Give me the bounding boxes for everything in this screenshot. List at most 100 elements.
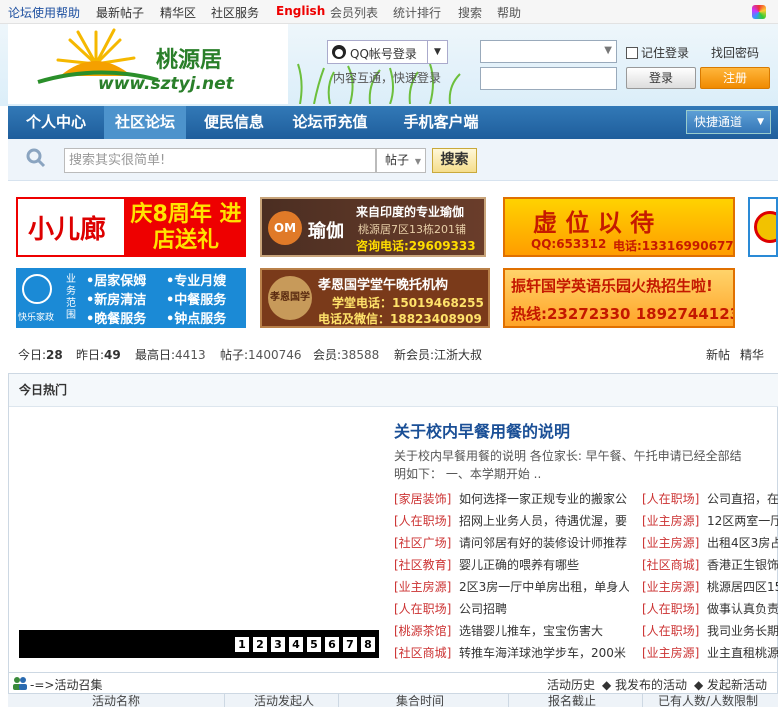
link-latest-posts[interactable]: 最新帖子 <box>96 4 144 21</box>
category-tag[interactable]: [业主房源] <box>642 578 699 595</box>
slide-page-button[interactable]: 6 <box>325 637 339 652</box>
checkbox-icon[interactable] <box>626 47 638 59</box>
logo-name: 桃源居 <box>156 47 223 73</box>
ad-banner-partial[interactable] <box>748 197 778 257</box>
category-tag[interactable]: [业主房源] <box>642 512 699 529</box>
thread-link[interactable]: 公司直招，在 <box>707 490 778 507</box>
category-tag[interactable]: [家居装饰] <box>394 490 451 507</box>
new-posts-link[interactable]: 新帖 <box>706 346 730 363</box>
ad-banner-housekeeping[interactable]: 快乐家政 业务范围 •居家保姆 •新房清洁 •晚餐服务 •专业月嫂 •中餐服务 … <box>16 268 246 328</box>
site-logo[interactable]: 桃源居 www.sztyj.net <box>8 24 288 104</box>
ad-banner-yoga[interactable]: OM 瑜伽 来自印度的专业瑜伽 桃源居7区13栋201铺 咨询电话:296093… <box>260 197 486 257</box>
thread-link[interactable]: 如何选择一家正规专业的搬家公 <box>459 490 629 507</box>
thread-link[interactable]: 招网上业务人员，待遇优渥，要 <box>459 512 629 529</box>
stat-new-member: 新会员:江浙大叔 <box>394 348 483 362</box>
create-activity-link[interactable]: ◆ 发起新活动 <box>694 676 767 693</box>
thread-link[interactable]: 2区3房一厅中单房出租，单身人 <box>459 578 629 595</box>
password-field[interactable] <box>480 67 617 90</box>
my-activities-link[interactable]: ◆ 我发布的活动 <box>602 676 687 693</box>
thread-link[interactable]: 做事认真负责 <box>707 600 778 617</box>
username-field[interactable]: ▼ <box>480 40 617 63</box>
link-search[interactable]: 搜索 <box>458 4 482 21</box>
category-tag[interactable]: [业主房源] <box>642 644 699 661</box>
search-button[interactable]: 搜索 <box>432 148 477 173</box>
thread-link[interactable]: 我司业务长期 <box>707 622 778 639</box>
link-stats-ranking[interactable]: 统计排行 <box>393 4 441 21</box>
link-forum-help[interactable]: 论坛使用帮助 <box>8 4 80 21</box>
thread-link[interactable]: 业主直租桃源 <box>707 644 778 661</box>
thread-link[interactable]: 出租4区3房占 <box>707 534 778 551</box>
activity-bar: -=>活动召集 活动历史 ◆ 我发布的活动 ◆ 发起新活动 <box>8 672 778 692</box>
guoxuetang-logo: 孝恩国学 <box>268 276 312 320</box>
register-button[interactable]: 注册 <box>700 67 770 89</box>
nav-mobile-client[interactable]: 手机客户端 <box>386 106 496 139</box>
link-digest[interactable]: 精华区 <box>160 4 196 21</box>
forgot-password-link[interactable]: 找回密码 <box>711 44 759 61</box>
ad-banner-guoxuetang[interactable]: 孝恩国学 孝恩国学堂午晚托机构 学堂电话：15019468255 电话及微信：1… <box>260 268 490 328</box>
new-member-link[interactable]: 江浙大叔 <box>434 348 482 362</box>
thread-link[interactable]: 选错婴儿推车，宝宝伤害大 <box>459 622 629 639</box>
chevron-down-icon[interactable]: ▼ <box>604 45 612 56</box>
activity-history-link[interactable]: 活动历史 <box>547 676 595 693</box>
palette-icon[interactable] <box>752 5 766 19</box>
digest-link[interactable]: 精华 <box>740 346 764 363</box>
thread-link[interactable]: 12区两室一厅 <box>707 512 778 529</box>
category-tag[interactable]: [业主房源] <box>642 534 699 551</box>
column-header: 报名截止 <box>548 694 597 707</box>
category-tag[interactable]: [社区广场] <box>394 534 451 551</box>
quick-access-dropdown[interactable]: 快捷通道 ▼ <box>686 110 771 134</box>
slide-page-button[interactable]: 5 <box>307 637 321 652</box>
chevron-down-icon[interactable]: ▼ <box>427 41 447 63</box>
qq-login-button[interactable]: QQ帐号登录 ▼ <box>327 40 448 64</box>
qq-login-subtitle: 内容互通，快速登录 <box>333 71 442 85</box>
category-tag[interactable]: [人在职场] <box>642 622 699 639</box>
activity-title: -=>活动召集 <box>30 678 103 692</box>
forum-stats: 今日:28 昨日:49 最高日:4413 帖子:1400746 会员:38588… <box>8 340 778 368</box>
ad-banner-vacant[interactable]: 虚 位 以 待 QQ:653312 电话:13316990677 <box>503 197 735 257</box>
login-button[interactable]: 登录 <box>626 67 696 89</box>
link-community-service[interactable]: 社区服务 <box>211 4 259 21</box>
ad-banner-zhenxuan[interactable]: 振轩国学英语乐园火热招生啦! 热线:23272330 18927441230 <box>503 268 735 328</box>
slide-page-button[interactable]: 4 <box>289 637 303 652</box>
column-header: 活动发起人 <box>254 694 315 707</box>
thread-link[interactable]: 公司招聘 <box>459 600 629 617</box>
category-tag[interactable]: [人在职场] <box>394 600 451 617</box>
slide-page-button[interactable]: 8 <box>361 637 375 652</box>
slide-page-button[interactable]: 1 <box>235 637 249 652</box>
slide-page-button[interactable]: 3 <box>271 637 285 652</box>
nav-local-info[interactable]: 便民信息 <box>186 106 282 139</box>
category-tag[interactable]: [人在职场] <box>642 600 699 617</box>
ad-text: 振轩国学英语乐园火热招生啦! <box>511 277 713 295</box>
ad-text: 来自印度的专业瑜伽 <box>356 205 465 219</box>
nav-personal-center[interactable]: 个人中心 <box>8 106 104 139</box>
link-help[interactable]: 帮助 <box>497 4 521 21</box>
nav-recharge[interactable]: 论坛币充值 <box>282 106 378 139</box>
thread-link[interactable]: 请问邻居有好的装修设计师推荐 <box>459 534 629 551</box>
category-tag[interactable]: [业主房源] <box>394 578 451 595</box>
nav-forum[interactable]: 社区论坛 <box>104 106 186 139</box>
thread-link[interactable]: 桃源居四区15 <box>707 578 778 595</box>
thread-link[interactable]: 香港正生银饰 <box>707 556 778 573</box>
slide-page-button[interactable]: 7 <box>343 637 357 652</box>
ad-text: •中餐服务 <box>166 293 227 308</box>
category-tag[interactable]: [社区商城] <box>642 556 699 573</box>
search-input[interactable]: 搜索其实很简单! <box>64 148 376 173</box>
thread-link[interactable]: 转推车海洋球池学步车，200米 <box>459 644 629 661</box>
link-member-list[interactable]: 会员列表 <box>330 4 378 21</box>
ad-banner-xiaoerlang[interactable]: 小儿廊 庆8周年 进店送礼 <box>16 197 246 257</box>
main-nav: 个人中心 社区论坛 便民信息 论坛币充值 手机客户端 快捷通道 ▼ <box>8 106 778 139</box>
headline-link[interactable]: 关于校内早餐用餐的说明 <box>394 418 570 442</box>
category-tag[interactable]: [社区商城] <box>394 644 451 661</box>
category-tag[interactable]: [人在职场] <box>642 490 699 507</box>
category-tag[interactable]: [人在职场] <box>394 512 451 529</box>
link-english[interactable]: English <box>276 4 325 18</box>
chevron-down-icon: ▼ <box>414 157 421 166</box>
search-type-select[interactable]: 帖子 ▼ <box>376 148 426 173</box>
thread-link[interactable]: 婴儿正确的喂养有哪些 <box>459 556 629 573</box>
category-tag[interactable]: [社区教育] <box>394 556 451 573</box>
ad-text: 小儿廊 <box>28 215 107 245</box>
slide-page-button[interactable]: 2 <box>253 637 267 652</box>
ad-text: 庆8周年 进店送礼 <box>130 202 242 253</box>
remember-login-checkbox[interactable]: 记住登录 <box>626 44 689 61</box>
category-tag[interactable]: [桃源茶馆] <box>394 622 451 639</box>
